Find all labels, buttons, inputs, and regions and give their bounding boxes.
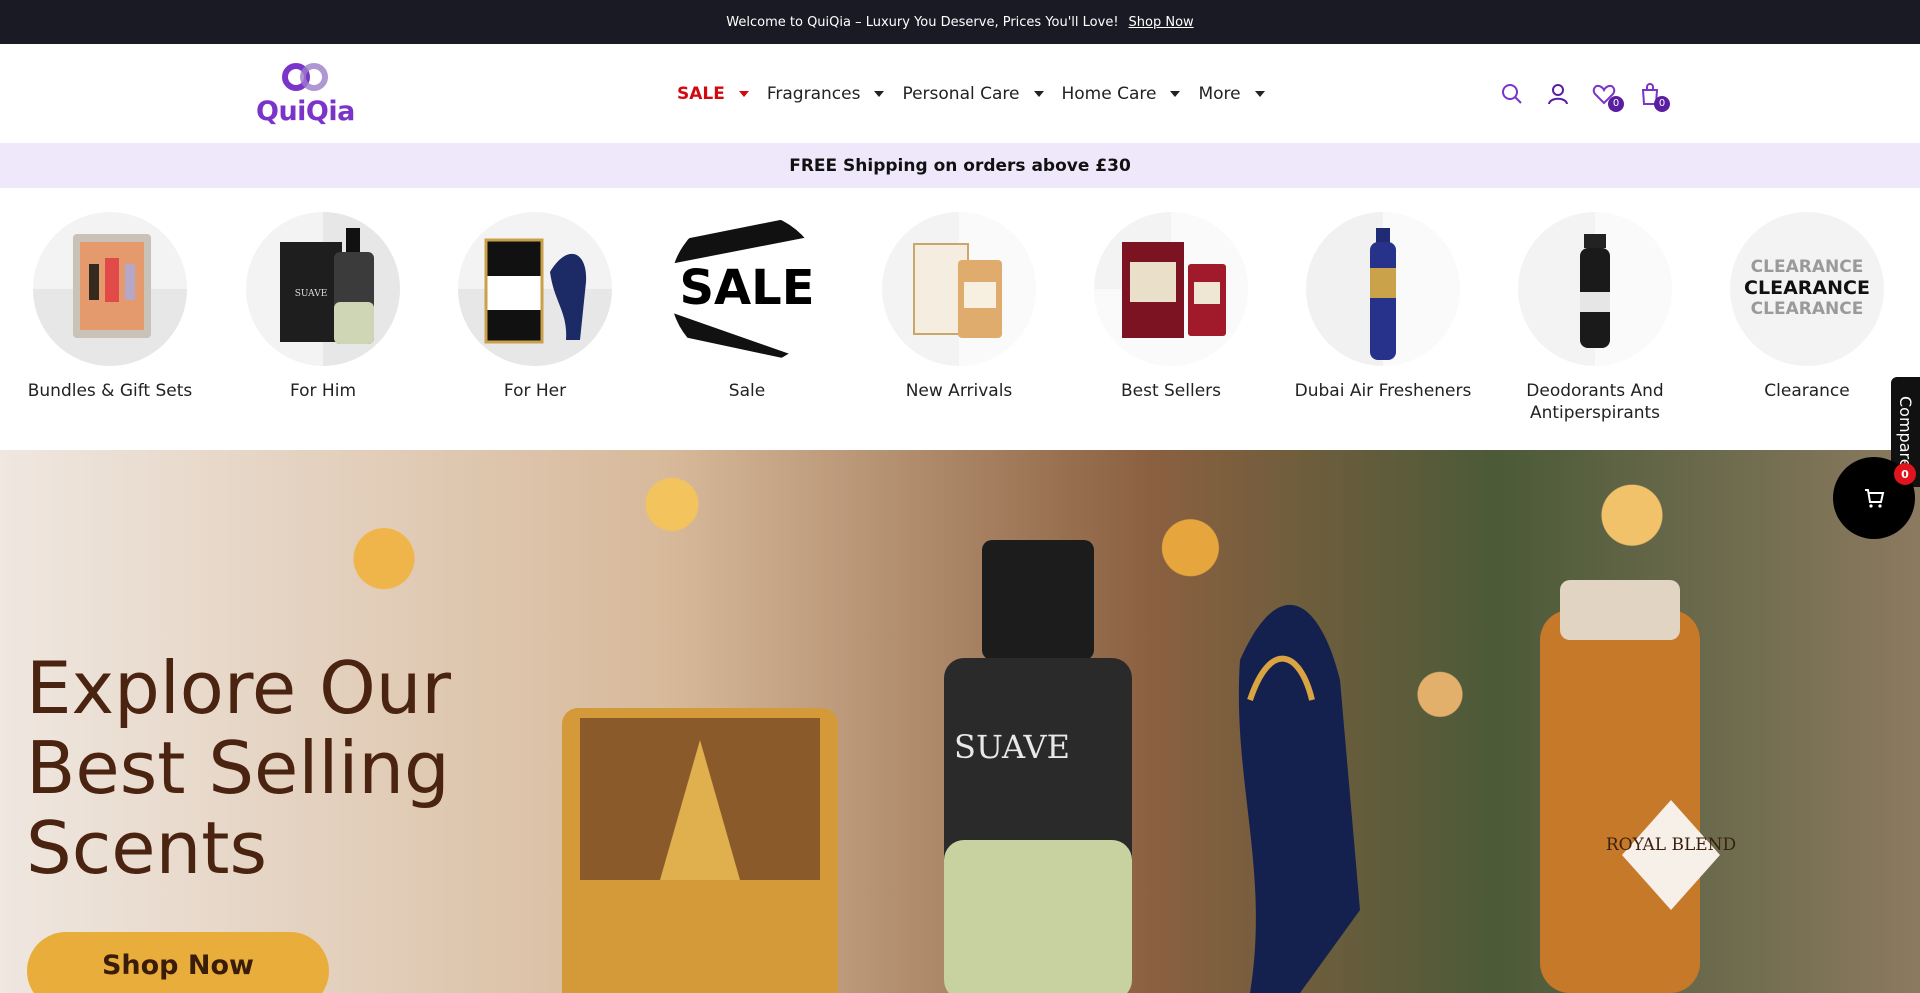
category-image [458, 212, 612, 366]
site-header: QuiQia SALE Fragrances Personal Care Hom… [0, 44, 1920, 143]
hero-title: Explore Our Best Selling Scents [26, 648, 451, 888]
shipping-banner: FREE Shipping on orders above £30 [0, 143, 1920, 188]
announcement-shop-now-link[interactable]: Shop Now [1129, 15, 1194, 30]
floating-cart-count-badge: 0 [1894, 463, 1916, 485]
nav-item-label: Fragrances [766, 83, 861, 104]
category-label: Deodorants And Antiperspirants [1526, 381, 1664, 423]
announcement-text: Welcome to QuiQia – Luxury You Deserve, … [726, 14, 1119, 30]
category-new-arrivals[interactable]: New Arrivals [853, 212, 1065, 402]
category-dubai-air-fresheners[interactable]: Dubai Air Fresheners [1277, 212, 1489, 402]
category-image: SALE [670, 212, 824, 366]
nav-item-label: Personal Care [902, 83, 1020, 104]
category-label: Clearance [1764, 381, 1850, 401]
sale-image-text: SALE [679, 260, 814, 316]
nav-item-home-care[interactable]: Home Care [1062, 84, 1181, 104]
compare-label: Compare [1896, 395, 1915, 469]
nav-item-label: SALE [677, 83, 725, 104]
category-label: New Arrivals [905, 381, 1013, 401]
nav-item-more[interactable]: More [1198, 83, 1265, 104]
logo-rings-icon [282, 63, 328, 91]
shipping-text: FREE Shipping on orders above £30 [789, 155, 1131, 176]
clearance-image-text: CLEARANCE [1744, 277, 1870, 299]
search-icon[interactable] [1500, 82, 1524, 106]
category-label: Sale [728, 381, 766, 401]
cart-icon [1865, 489, 1885, 508]
chevron-down-icon [1254, 90, 1265, 97]
category-clearance[interactable]: CLEARANCE CLEARANCE CLEARANCE Clearance [1701, 212, 1913, 402]
chevron-down-icon [1033, 90, 1044, 97]
cart-icon[interactable]: 0 [1638, 82, 1670, 112]
category-sale[interactable]: SALE Sale [641, 212, 853, 402]
for-him-box-text: SUAVE [295, 289, 328, 299]
category-image: SUAVE [246, 212, 400, 366]
wishlist-count-badge: 0 [1608, 95, 1624, 112]
announcement-bar: Welcome to QuiQia – Luxury You Deserve, … [0, 0, 1920, 44]
hero-shop-now-button[interactable]: Shop Now [27, 932, 329, 993]
category-for-him[interactable]: SUAVE For Him [217, 212, 429, 402]
category-label: Best Sellers [1120, 381, 1222, 401]
hero-banner: SUAVE ROYAL BLEND Explore Our Best Selli… [0, 450, 1920, 993]
category-image [1518, 212, 1672, 366]
wishlist-icon[interactable]: 0 [1592, 82, 1624, 112]
nav-item-personal-care[interactable]: Personal Care [902, 83, 1044, 104]
category-label: Bundles & Gift Sets [27, 381, 193, 401]
cart-count-badge: 0 [1654, 95, 1670, 112]
category-label: For Him [289, 381, 357, 401]
header-icons: 0 0 [1500, 44, 1670, 143]
category-image [882, 212, 1036, 366]
chevron-down-icon [1170, 90, 1181, 97]
hero-bottle-label: ROYAL BLEND [1606, 835, 1736, 855]
category-label: For Her [503, 381, 567, 401]
category-carousel: Bundles & Gift Sets SUAVE For Him For He… [0, 188, 1920, 450]
nav-item-sale[interactable]: SALE [677, 84, 749, 104]
nav-item-fragrances[interactable]: Fragrances [767, 84, 885, 104]
hero-bottle-label: SUAVE [954, 728, 1070, 766]
clearance-image-text: CLEARANCE [1751, 257, 1864, 277]
category-image: CLEARANCE CLEARANCE CLEARANCE [1730, 212, 1884, 366]
category-image [33, 212, 187, 366]
account-icon[interactable] [1546, 82, 1570, 106]
category-for-her[interactable]: For Her [429, 212, 641, 402]
category-label: Dubai Air Fresheners [1294, 381, 1472, 401]
main-nav: SALE Fragrances Personal Care Home Care … [677, 44, 1265, 143]
category-bundles-gift-sets[interactable]: Bundles & Gift Sets [4, 212, 216, 402]
category-image [1306, 212, 1460, 366]
clearance-image-text: CLEARANCE [1751, 299, 1864, 319]
nav-item-label: More [1198, 83, 1241, 104]
hero-title-line: Scents [26, 806, 267, 890]
logo-text: QuiQia [256, 96, 355, 127]
hero-title-line: Best Selling [26, 726, 450, 810]
category-deodorants-antiperspirants[interactable]: Deodorants And Antiperspirants [1489, 212, 1701, 424]
nav-item-label: Home Care [1061, 83, 1157, 104]
category-best-sellers[interactable]: Best Sellers [1065, 212, 1277, 402]
chevron-down-icon [874, 90, 885, 97]
chevron-down-icon [738, 90, 749, 97]
category-image [1094, 212, 1248, 366]
hero-title-line: Explore Our [26, 646, 451, 730]
logo[interactable]: QuiQia [256, 62, 355, 128]
